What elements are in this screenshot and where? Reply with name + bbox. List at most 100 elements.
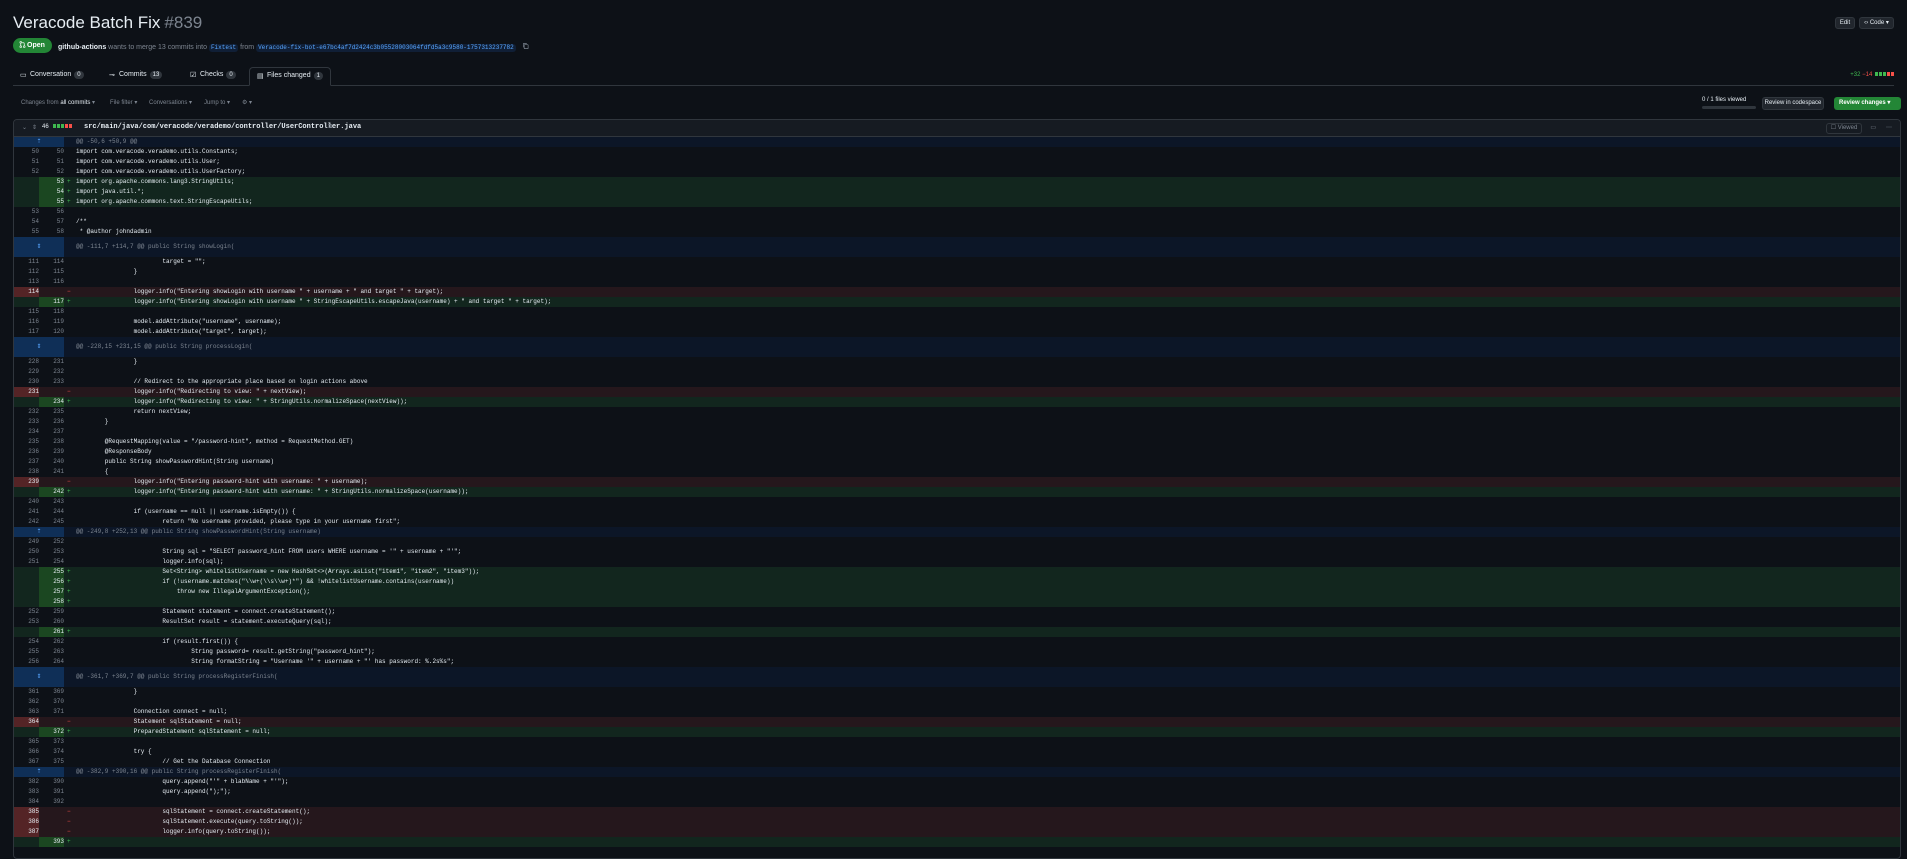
new-line-number[interactable]: 263 [39, 647, 64, 657]
jump-to-dropdown[interactable]: Jump to ▾ [204, 99, 230, 106]
new-line-number[interactable]: 58 [39, 227, 64, 237]
new-line-number[interactable]: 236 [39, 417, 64, 427]
old-line-number[interactable]: 50 [14, 147, 39, 157]
new-line-number[interactable]: 375 [39, 757, 64, 767]
tab-files-changed[interactable]: ▤ Files changed 1 [249, 67, 331, 86]
new-line-number[interactable]: 115 [39, 267, 64, 277]
old-line-number[interactable]: 364 [14, 717, 39, 727]
hunk-header[interactable]: ⇕ @@ -361,7 +369,7 @@ public String proce… [14, 667, 1900, 687]
old-line-number[interactable]: 51 [14, 157, 39, 167]
hunk-header[interactable]: ⇡ @@ -50,6 +50,9 @@ [14, 137, 1900, 147]
new-line-number[interactable]: 118 [39, 307, 64, 317]
hunk-header[interactable]: ⇕ @@ -228,15 +231,15 @@ public String pro… [14, 337, 1900, 357]
new-line-number[interactable]: 370 [39, 697, 64, 707]
new-line-number[interactable]: 235 [39, 407, 64, 417]
new-line-number[interactable]: 254 [39, 557, 64, 567]
hunk-header[interactable]: ⇡ @@ -382,9 +390,16 @@ public String proc… [14, 767, 1900, 777]
new-line-number[interactable]: 245 [39, 517, 64, 527]
old-line-number[interactable]: 253 [14, 617, 39, 627]
new-line-number[interactable]: 258 [39, 597, 64, 607]
old-line-number[interactable]: 53 [14, 207, 39, 217]
old-line-number[interactable]: 116 [14, 317, 39, 327]
new-line-number[interactable]: 242 [39, 487, 64, 497]
new-line-number[interactable]: 237 [39, 427, 64, 437]
new-line-number[interactable]: 55 [39, 197, 64, 207]
review-in-codespace-button[interactable]: Review in codespace [1762, 97, 1824, 110]
kebab-menu-icon[interactable]: ⋯ [1886, 124, 1892, 131]
old-line-number[interactable]: 114 [14, 287, 39, 297]
old-line-number[interactable]: 256 [14, 657, 39, 667]
old-line-number[interactable]: 382 [14, 777, 39, 787]
old-line-number[interactable]: 366 [14, 747, 39, 757]
head-branch[interactable]: Veracode-fix-bot-e67bc4af7d2424c3b055280… [256, 44, 516, 52]
new-line-number[interactable]: 238 [39, 437, 64, 447]
new-line-number[interactable]: 244 [39, 507, 64, 517]
new-line-number[interactable]: 53 [39, 177, 64, 187]
new-line-number[interactable]: 372 [39, 727, 64, 737]
new-line-number[interactable]: 255 [39, 567, 64, 577]
new-line-number[interactable]: 50 [39, 147, 64, 157]
new-line-number[interactable]: 264 [39, 657, 64, 667]
hunk-header[interactable]: ⇡ @@ -249,8 +252,13 @@ public String show… [14, 527, 1900, 537]
old-line-number[interactable]: 237 [14, 457, 39, 467]
author-link[interactable]: github-actions [58, 44, 106, 51]
old-line-number[interactable]: 113 [14, 277, 39, 287]
new-line-number[interactable]: 232 [39, 367, 64, 377]
new-line-number[interactable]: 233 [39, 377, 64, 387]
old-line-number[interactable]: 239 [14, 477, 39, 487]
new-line-number[interactable]: 371 [39, 707, 64, 717]
new-line-number[interactable]: 120 [39, 327, 64, 337]
old-line-number[interactable]: 386 [14, 817, 39, 827]
expand-lines-icon[interactable]: ⇕ [14, 237, 64, 257]
old-line-number[interactable]: 236 [14, 447, 39, 457]
old-line-number[interactable]: 117 [14, 327, 39, 337]
old-line-number[interactable]: 234 [14, 427, 39, 437]
old-line-number[interactable]: 362 [14, 697, 39, 707]
new-line-number[interactable]: 116 [39, 277, 64, 287]
new-line-number[interactable]: 243 [39, 497, 64, 507]
new-line-number[interactable]: 373 [39, 737, 64, 747]
old-line-number[interactable]: 228 [14, 357, 39, 367]
new-line-number[interactable]: 391 [39, 787, 64, 797]
file-filter-dropdown[interactable]: File filter ▾ [110, 99, 137, 106]
old-line-number[interactable]: 115 [14, 307, 39, 317]
changes-from-dropdown[interactable]: Changes from all commits ▾ [21, 99, 95, 106]
old-line-number[interactable]: 238 [14, 467, 39, 477]
old-line-number[interactable]: 231 [14, 387, 39, 397]
new-line-number[interactable]: 241 [39, 467, 64, 477]
new-line-number[interactable]: 231 [39, 357, 64, 367]
new-line-number[interactable]: 261 [39, 627, 64, 637]
old-line-number[interactable]: 233 [14, 417, 39, 427]
new-line-number[interactable]: 56 [39, 207, 64, 217]
old-line-number[interactable]: 55 [14, 227, 39, 237]
comment-icon[interactable]: ▭ [1870, 124, 1876, 131]
new-line-number[interactable]: 262 [39, 637, 64, 647]
old-line-number[interactable]: 385 [14, 807, 39, 817]
new-line-number[interactable]: 52 [39, 167, 64, 177]
tab-commits[interactable]: ⊸ Commits 13 [102, 67, 169, 86]
edit-button[interactable]: Edit [1835, 17, 1855, 29]
expand-all-icon[interactable]: ⇕ [32, 124, 37, 131]
new-line-number[interactable]: 260 [39, 617, 64, 627]
old-line-number[interactable]: 365 [14, 737, 39, 747]
old-line-number[interactable]: 111 [14, 257, 39, 267]
expand-lines-icon[interactable]: ⇡ [14, 767, 64, 777]
old-line-number[interactable]: 255 [14, 647, 39, 657]
new-line-number[interactable]: 54 [39, 187, 64, 197]
old-line-number[interactable]: 242 [14, 517, 39, 527]
copy-icon[interactable] [522, 42, 529, 50]
old-line-number[interactable]: 363 [14, 707, 39, 717]
new-line-number[interactable]: 393 [39, 837, 64, 847]
new-line-number[interactable]: 51 [39, 157, 64, 167]
old-line-number[interactable]: 54 [14, 217, 39, 227]
viewed-checkbox[interactable]: ☐ Viewed [1826, 123, 1862, 134]
file-path[interactable]: src/main/java/com/veracode/verademo/cont… [84, 123, 361, 131]
old-line-number[interactable]: 251 [14, 557, 39, 567]
old-line-number[interactable]: 112 [14, 267, 39, 277]
expand-lines-icon[interactable]: ⇕ [14, 667, 64, 687]
review-changes-button[interactable]: Review changes ▾ [1834, 97, 1901, 110]
old-line-number[interactable]: 240 [14, 497, 39, 507]
base-branch[interactable]: Fixtest [208, 44, 239, 52]
new-line-number[interactable]: 234 [39, 397, 64, 407]
old-line-number[interactable]: 230 [14, 377, 39, 387]
